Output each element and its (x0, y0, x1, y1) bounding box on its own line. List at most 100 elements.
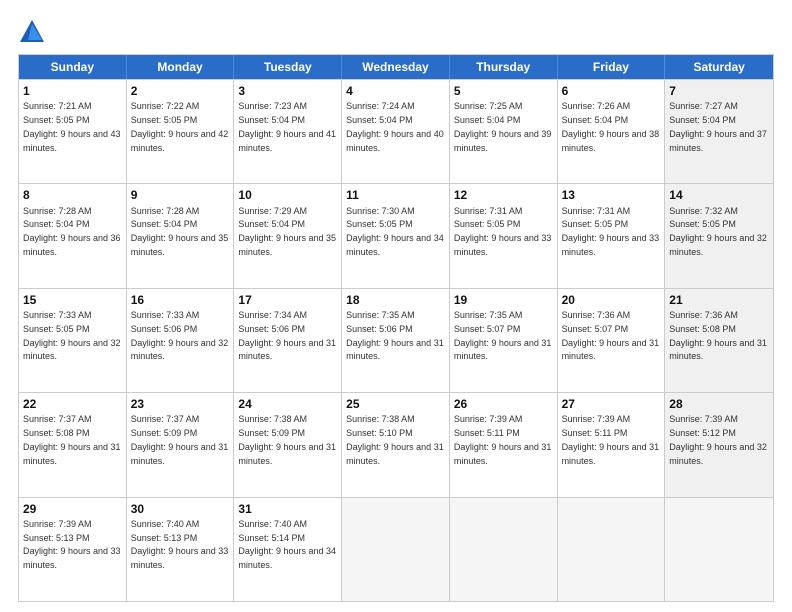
day-number: 6 (562, 83, 661, 99)
cal-cell: 23 Sunrise: 7:37 AMSunset: 5:09 PMDayligh… (127, 393, 235, 496)
day-number: 25 (346, 396, 445, 412)
week-row-1: 1Sunrise: 7:21 AMSunset: 5:05 PMDaylight… (19, 79, 773, 183)
cell-info: Sunrise: 7:36 AMSunset: 5:08 PMDaylight:… (669, 310, 767, 361)
cal-cell: 19 Sunrise: 7:35 AMSunset: 5:07 PMDayligh… (450, 289, 558, 392)
cell-info: Sunrise: 7:24 AMSunset: 5:04 PMDaylight:… (346, 101, 444, 152)
cell-info: Sunrise: 7:36 AMSunset: 5:07 PMDaylight:… (562, 310, 660, 361)
cal-cell: 12 Sunrise: 7:31 AMSunset: 5:05 PMDayligh… (450, 184, 558, 287)
day-number: 2 (131, 83, 230, 99)
cal-cell: 6 Sunrise: 7:26 AMSunset: 5:04 PMDaylight… (558, 80, 666, 183)
cell-info: Sunrise: 7:38 AMSunset: 5:10 PMDaylight:… (346, 414, 444, 465)
day-number: 19 (454, 292, 553, 308)
week-row-3: 15 Sunrise: 7:33 AMSunset: 5:05 PMDayligh… (19, 288, 773, 392)
header-day-saturday: Saturday (665, 55, 773, 79)
day-number: 30 (131, 501, 230, 517)
cell-info: Sunrise: 7:27 AMSunset: 5:04 PMDaylight:… (669, 101, 767, 152)
cal-cell: 29 Sunrise: 7:39 AMSunset: 5:13 PMDayligh… (19, 498, 127, 601)
page: SundayMondayTuesdayWednesdayThursdayFrid… (0, 0, 792, 612)
cell-info: Sunrise: 7:35 AMSunset: 5:06 PMDaylight:… (346, 310, 444, 361)
cal-cell: 9Sunrise: 7:28 AMSunset: 5:04 PMDaylight… (127, 184, 235, 287)
cell-info: Sunrise: 7:21 AMSunset: 5:05 PMDaylight:… (23, 101, 121, 152)
day-number: 31 (238, 501, 337, 517)
cal-cell (450, 498, 558, 601)
week-row-2: 8Sunrise: 7:28 AMSunset: 5:04 PMDaylight… (19, 183, 773, 287)
cal-cell: 7 Sunrise: 7:27 AMSunset: 5:04 PMDaylight… (665, 80, 773, 183)
cal-cell: 8Sunrise: 7:28 AMSunset: 5:04 PMDaylight… (19, 184, 127, 287)
cal-cell: 30 Sunrise: 7:40 AMSunset: 5:13 PMDayligh… (127, 498, 235, 601)
calendar: SundayMondayTuesdayWednesdayThursdayFrid… (18, 54, 774, 602)
week-row-4: 22 Sunrise: 7:37 AMSunset: 5:08 PMDayligh… (19, 392, 773, 496)
cell-info: Sunrise: 7:40 AMSunset: 5:14 PMDaylight:… (238, 519, 336, 570)
header-day-friday: Friday (558, 55, 666, 79)
day-number: 26 (454, 396, 553, 412)
day-number: 12 (454, 187, 553, 203)
cal-cell: 20 Sunrise: 7:36 AMSunset: 5:07 PMDayligh… (558, 289, 666, 392)
cell-info: Sunrise: 7:38 AMSunset: 5:09 PMDaylight:… (238, 414, 336, 465)
calendar-header: SundayMondayTuesdayWednesdayThursdayFrid… (19, 55, 773, 79)
cell-info: Sunrise: 7:26 AMSunset: 5:04 PMDaylight:… (562, 101, 660, 152)
header-day-monday: Monday (127, 55, 235, 79)
day-number: 8 (23, 187, 122, 203)
day-number: 9 (131, 187, 230, 203)
cal-cell: 13 Sunrise: 7:31 AMSunset: 5:05 PMDayligh… (558, 184, 666, 287)
day-number: 5 (454, 83, 553, 99)
logo (18, 18, 50, 46)
cal-cell: 15 Sunrise: 7:33 AMSunset: 5:05 PMDayligh… (19, 289, 127, 392)
cal-cell (342, 498, 450, 601)
cal-cell: 3Sunrise: 7:23 AMSunset: 5:04 PMDaylight… (234, 80, 342, 183)
cal-cell: 16Sunrise: 7:33 AMSunset: 5:06 PMDayligh… (127, 289, 235, 392)
cal-cell: 24 Sunrise: 7:38 AMSunset: 5:09 PMDayligh… (234, 393, 342, 496)
calendar-body: 1Sunrise: 7:21 AMSunset: 5:05 PMDaylight… (19, 79, 773, 601)
cell-info: Sunrise: 7:34 AMSunset: 5:06 PMDaylight:… (238, 310, 336, 361)
cal-cell: 31 Sunrise: 7:40 AMSunset: 5:14 PMDayligh… (234, 498, 342, 601)
day-number: 24 (238, 396, 337, 412)
header (18, 18, 774, 46)
day-number: 10 (238, 187, 337, 203)
cal-cell: 5 Sunrise: 7:25 AMSunset: 5:04 PMDaylight… (450, 80, 558, 183)
day-number: 11 (346, 187, 445, 203)
day-number: 13 (562, 187, 661, 203)
cell-info: Sunrise: 7:33 AMSunset: 5:05 PMDaylight:… (23, 310, 121, 361)
day-number: 22 (23, 396, 122, 412)
day-number: 18 (346, 292, 445, 308)
cell-info: Sunrise: 7:35 AMSunset: 5:07 PMDaylight:… (454, 310, 552, 361)
cell-info: Sunrise: 7:39 AMSunset: 5:11 PMDaylight:… (454, 414, 552, 465)
cal-cell: 4Sunrise: 7:24 AMSunset: 5:04 PMDaylight… (342, 80, 450, 183)
cal-cell: 14Sunrise: 7:32 AMSunset: 5:05 PMDayligh… (665, 184, 773, 287)
cell-info: Sunrise: 7:37 AMSunset: 5:09 PMDaylight:… (131, 414, 229, 465)
cell-info: Sunrise: 7:23 AMSunset: 5:04 PMDaylight:… (238, 101, 336, 152)
cell-info: Sunrise: 7:25 AMSunset: 5:04 PMDaylight:… (454, 101, 552, 152)
day-number: 17 (238, 292, 337, 308)
day-number: 27 (562, 396, 661, 412)
cell-info: Sunrise: 7:30 AMSunset: 5:05 PMDaylight:… (346, 206, 444, 257)
cell-info: Sunrise: 7:37 AMSunset: 5:08 PMDaylight:… (23, 414, 121, 465)
cell-info: Sunrise: 7:31 AMSunset: 5:05 PMDaylight:… (454, 206, 552, 257)
cal-cell: 21Sunrise: 7:36 AMSunset: 5:08 PMDayligh… (665, 289, 773, 392)
cal-cell (558, 498, 666, 601)
cal-cell: 10 Sunrise: 7:29 AMSunset: 5:04 PMDayligh… (234, 184, 342, 287)
header-day-wednesday: Wednesday (342, 55, 450, 79)
day-number: 23 (131, 396, 230, 412)
cell-info: Sunrise: 7:22 AMSunset: 5:05 PMDaylight:… (131, 101, 229, 152)
cal-cell: 11 Sunrise: 7:30 AMSunset: 5:05 PMDayligh… (342, 184, 450, 287)
day-number: 15 (23, 292, 122, 308)
logo-icon (18, 18, 46, 46)
cell-info: Sunrise: 7:40 AMSunset: 5:13 PMDaylight:… (131, 519, 229, 570)
cell-info: Sunrise: 7:31 AMSunset: 5:05 PMDaylight:… (562, 206, 660, 257)
cal-cell: 1Sunrise: 7:21 AMSunset: 5:05 PMDaylight… (19, 80, 127, 183)
day-number: 7 (669, 83, 769, 99)
cal-cell: 22 Sunrise: 7:37 AMSunset: 5:08 PMDayligh… (19, 393, 127, 496)
cell-info: Sunrise: 7:39 AMSunset: 5:13 PMDaylight:… (23, 519, 121, 570)
cal-cell: 17 Sunrise: 7:34 AMSunset: 5:06 PMDayligh… (234, 289, 342, 392)
day-number: 29 (23, 501, 122, 517)
cell-info: Sunrise: 7:39 AMSunset: 5:12 PMDaylight:… (669, 414, 767, 465)
cal-cell: 18 Sunrise: 7:35 AMSunset: 5:06 PMDayligh… (342, 289, 450, 392)
cell-info: Sunrise: 7:29 AMSunset: 5:04 PMDaylight:… (238, 206, 336, 257)
header-day-tuesday: Tuesday (234, 55, 342, 79)
cal-cell: 25 Sunrise: 7:38 AMSunset: 5:10 PMDayligh… (342, 393, 450, 496)
cell-info: Sunrise: 7:33 AMSunset: 5:06 PMDaylight:… (131, 310, 229, 361)
header-day-thursday: Thursday (450, 55, 558, 79)
cell-info: Sunrise: 7:39 AMSunset: 5:11 PMDaylight:… (562, 414, 660, 465)
day-number: 20 (562, 292, 661, 308)
cal-cell: 27 Sunrise: 7:39 AMSunset: 5:11 PMDayligh… (558, 393, 666, 496)
